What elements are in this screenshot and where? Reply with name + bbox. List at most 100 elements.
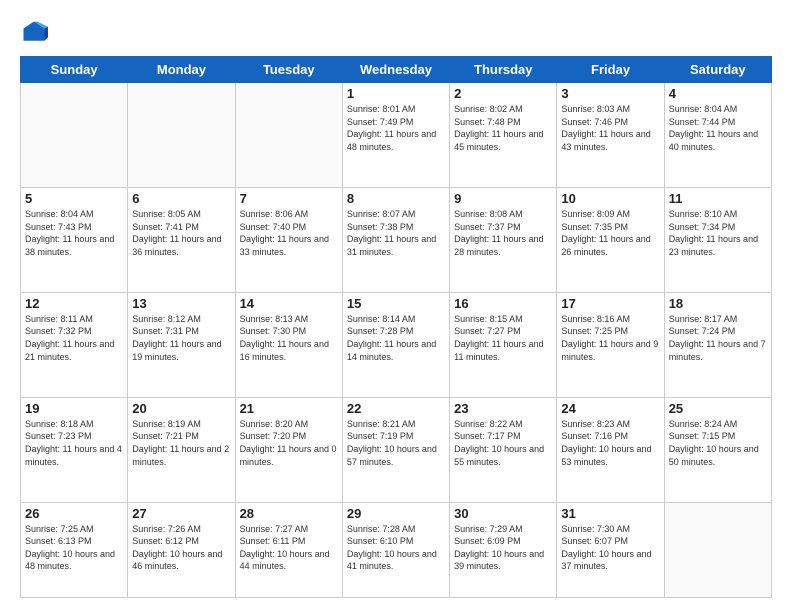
day-number: 3 xyxy=(561,86,659,101)
calendar-cell: 4 Sunrise: 8:04 AM Sunset: 7:44 PM Daylig… xyxy=(664,83,771,188)
day-info: Sunrise: 8:03 AM Sunset: 7:46 PM Dayligh… xyxy=(561,103,659,153)
day-number: 16 xyxy=(454,296,552,311)
calendar-cell: 10 Sunrise: 8:09 AM Sunset: 7:35 PM Dayli… xyxy=(557,187,664,292)
logo xyxy=(20,18,54,46)
day-number: 30 xyxy=(454,506,552,521)
calendar-cell: 16Sunrise: 8:15 AM Sunset: 7:27 PM Dayli… xyxy=(450,292,557,397)
day-number: 11 xyxy=(669,191,767,206)
calendar-cell: 17 Sunrise: 8:16 AM Sunset: 7:25 PM Dayli… xyxy=(557,292,664,397)
day-number: 2 xyxy=(454,86,552,101)
calendar-cell xyxy=(128,83,235,188)
day-info: Sunrise: 7:27 AM Sunset: 6:11 PM Dayligh… xyxy=(240,523,338,573)
calendar-week-2: 12 Sunrise: 8:11 AM Sunset: 7:32 PM Dayli… xyxy=(21,292,772,397)
day-number: 15 xyxy=(347,296,445,311)
day-info: Sunrise: 8:21 AM Sunset: 7:19 PM Dayligh… xyxy=(347,418,445,468)
day-info: Sunrise: 8:08 AM Sunset: 7:37 PM Dayligh… xyxy=(454,208,552,258)
day-info: Sunrise: 7:28 AM Sunset: 6:10 PM Dayligh… xyxy=(347,523,445,573)
calendar-cell: 8 Sunrise: 8:07 AM Sunset: 7:38 PM Daylig… xyxy=(342,187,449,292)
calendar-cell: 24Sunrise: 8:23 AM Sunset: 7:16 PM Dayli… xyxy=(557,397,664,502)
day-number: 28 xyxy=(240,506,338,521)
day-number: 22 xyxy=(347,401,445,416)
day-info: Sunrise: 7:26 AM Sunset: 6:12 PM Dayligh… xyxy=(132,523,230,573)
day-info: Sunrise: 7:29 AM Sunset: 6:09 PM Dayligh… xyxy=(454,523,552,573)
day-header-saturday: Saturday xyxy=(664,57,771,83)
calendar-cell: 26 Sunrise: 7:25 AM Sunset: 6:13 PM Dayli… xyxy=(21,502,128,597)
day-header-friday: Friday xyxy=(557,57,664,83)
calendar-cell: 2 Sunrise: 8:02 AM Sunset: 7:48 PM Daylig… xyxy=(450,83,557,188)
calendar-cell: 31 Sunrise: 7:30 AM Sunset: 6:07 PM Dayli… xyxy=(557,502,664,597)
calendar-cell: 14Sunrise: 8:13 AM Sunset: 7:30 PM Dayli… xyxy=(235,292,342,397)
day-info: Sunrise: 8:01 AM Sunset: 7:49 PM Dayligh… xyxy=(347,103,445,153)
day-number: 27 xyxy=(132,506,230,521)
calendar-cell: 15 Sunrise: 8:14 AM Sunset: 7:28 PM Dayli… xyxy=(342,292,449,397)
day-info: Sunrise: 8:02 AM Sunset: 7:48 PM Dayligh… xyxy=(454,103,552,153)
calendar-cell: 5 Sunrise: 8:04 AM Sunset: 7:43 PM Daylig… xyxy=(21,187,128,292)
day-number: 1 xyxy=(347,86,445,101)
day-number: 26 xyxy=(25,506,123,521)
calendar-cell: 18Sunrise: 8:17 AM Sunset: 7:24 PM Dayli… xyxy=(664,292,771,397)
calendar-week-4: 26 Sunrise: 7:25 AM Sunset: 6:13 PM Dayli… xyxy=(21,502,772,597)
day-info: Sunrise: 8:19 AM Sunset: 7:21 PM Dayligh… xyxy=(132,418,230,468)
day-number: 10 xyxy=(561,191,659,206)
day-info: Sunrise: 8:22 AM Sunset: 7:17 PM Dayligh… xyxy=(454,418,552,468)
day-header-monday: Monday xyxy=(128,57,235,83)
calendar-cell: 19 Sunrise: 8:18 AM Sunset: 7:23 PM Dayli… xyxy=(21,397,128,502)
day-info: Sunrise: 8:11 AM Sunset: 7:32 PM Dayligh… xyxy=(25,313,123,363)
day-number: 8 xyxy=(347,191,445,206)
calendar-cell: 11 Sunrise: 8:10 AM Sunset: 7:34 PM Dayli… xyxy=(664,187,771,292)
day-info: Sunrise: 8:04 AM Sunset: 7:44 PM Dayligh… xyxy=(669,103,767,153)
calendar-week-1: 5 Sunrise: 8:04 AM Sunset: 7:43 PM Daylig… xyxy=(21,187,772,292)
day-number: 23 xyxy=(454,401,552,416)
day-header-sunday: Sunday xyxy=(21,57,128,83)
day-header-thursday: Thursday xyxy=(450,57,557,83)
day-info: Sunrise: 7:30 AM Sunset: 6:07 PM Dayligh… xyxy=(561,523,659,573)
day-header-tuesday: Tuesday xyxy=(235,57,342,83)
day-number: 6 xyxy=(132,191,230,206)
day-number: 21 xyxy=(240,401,338,416)
logo-icon xyxy=(20,18,48,46)
calendar-cell: 30 Sunrise: 7:29 AM Sunset: 6:09 PM Dayli… xyxy=(450,502,557,597)
day-number: 18 xyxy=(669,296,767,311)
calendar-cell: 1 Sunrise: 8:01 AM Sunset: 7:49 PM Daylig… xyxy=(342,83,449,188)
header xyxy=(20,18,772,46)
day-number: 12 xyxy=(25,296,123,311)
calendar-cell: 7Sunrise: 8:06 AM Sunset: 7:40 PM Daylig… xyxy=(235,187,342,292)
day-info: Sunrise: 8:06 AM Sunset: 7:40 PM Dayligh… xyxy=(240,208,338,258)
day-info: Sunrise: 8:16 AM Sunset: 7:25 PM Dayligh… xyxy=(561,313,659,363)
calendar-cell: 13 Sunrise: 8:12 AM Sunset: 7:31 PM Dayli… xyxy=(128,292,235,397)
day-number: 25 xyxy=(669,401,767,416)
calendar-cell: 21 Sunrise: 8:20 AM Sunset: 7:20 PM Dayli… xyxy=(235,397,342,502)
day-number: 17 xyxy=(561,296,659,311)
day-info: Sunrise: 8:04 AM Sunset: 7:43 PM Dayligh… xyxy=(25,208,123,258)
page: SundayMondayTuesdayWednesdayThursdayFrid… xyxy=(0,0,792,612)
day-number: 13 xyxy=(132,296,230,311)
day-header-wednesday: Wednesday xyxy=(342,57,449,83)
day-number: 31 xyxy=(561,506,659,521)
days-header-row: SundayMondayTuesdayWednesdayThursdayFrid… xyxy=(21,57,772,83)
day-number: 29 xyxy=(347,506,445,521)
day-info: Sunrise: 8:09 AM Sunset: 7:35 PM Dayligh… xyxy=(561,208,659,258)
calendar-cell: 12 Sunrise: 8:11 AM Sunset: 7:32 PM Dayli… xyxy=(21,292,128,397)
day-number: 5 xyxy=(25,191,123,206)
calendar-cell: 27 Sunrise: 7:26 AM Sunset: 6:12 PM Dayli… xyxy=(128,502,235,597)
day-info: Sunrise: 8:24 AM Sunset: 7:15 PM Dayligh… xyxy=(669,418,767,468)
day-info: Sunrise: 8:10 AM Sunset: 7:34 PM Dayligh… xyxy=(669,208,767,258)
day-info: Sunrise: 8:23 AM Sunset: 7:16 PM Dayligh… xyxy=(561,418,659,468)
calendar-cell: 28 Sunrise: 7:27 AM Sunset: 6:11 PM Dayli… xyxy=(235,502,342,597)
day-info: Sunrise: 8:18 AM Sunset: 7:23 PM Dayligh… xyxy=(25,418,123,468)
day-info: Sunrise: 8:05 AM Sunset: 7:41 PM Dayligh… xyxy=(132,208,230,258)
day-info: Sunrise: 8:12 AM Sunset: 7:31 PM Dayligh… xyxy=(132,313,230,363)
day-number: 19 xyxy=(25,401,123,416)
calendar-cell: 20Sunrise: 8:19 AM Sunset: 7:21 PM Dayli… xyxy=(128,397,235,502)
calendar-cell: 25 Sunrise: 8:24 AM Sunset: 7:15 PM Dayli… xyxy=(664,397,771,502)
calendar-cell xyxy=(664,502,771,597)
day-info: Sunrise: 7:25 AM Sunset: 6:13 PM Dayligh… xyxy=(25,523,123,573)
calendar-table: SundayMondayTuesdayWednesdayThursdayFrid… xyxy=(20,56,772,598)
day-number: 9 xyxy=(454,191,552,206)
calendar-cell: 3 Sunrise: 8:03 AM Sunset: 7:46 PM Daylig… xyxy=(557,83,664,188)
day-number: 4 xyxy=(669,86,767,101)
day-info: Sunrise: 8:20 AM Sunset: 7:20 PM Dayligh… xyxy=(240,418,338,468)
day-info: Sunrise: 8:14 AM Sunset: 7:28 PM Dayligh… xyxy=(347,313,445,363)
day-info: Sunrise: 8:07 AM Sunset: 7:38 PM Dayligh… xyxy=(347,208,445,258)
calendar-cell: 9 Sunrise: 8:08 AM Sunset: 7:37 PM Daylig… xyxy=(450,187,557,292)
